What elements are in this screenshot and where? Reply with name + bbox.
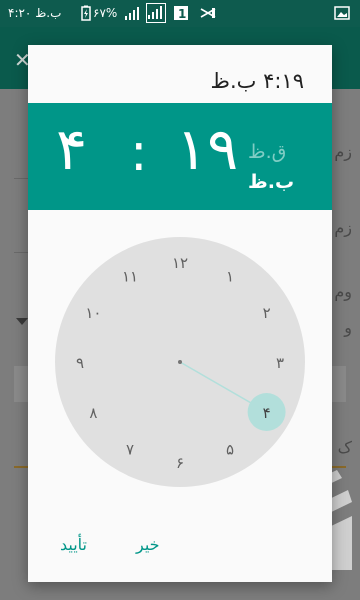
dialog-title: ۴:۱۹ ب.ظ <box>210 69 304 93</box>
cancel-button[interactable]: خیر <box>136 535 160 555</box>
clock-number[interactable]: ۷ <box>126 441 134 459</box>
image-notification-icon <box>334 5 350 21</box>
background-label: وم <box>334 282 352 301</box>
hour-display[interactable]: ۴ <box>56 115 87 183</box>
clock-number[interactable]: ۶ <box>176 454 184 472</box>
signal-icon <box>124 5 140 21</box>
clock-number[interactable]: ۱ <box>226 267 234 285</box>
clock-number[interactable]: ۸ <box>89 404 97 422</box>
divider <box>14 178 28 179</box>
clock-number[interactable]: ۳ <box>276 354 284 372</box>
background-label: زم <box>334 142 352 161</box>
background-label: و <box>344 318 352 337</box>
minute-display[interactable]: ۱۹ <box>176 115 238 183</box>
time-header: ۴ : ۱۹ ق.ظ ب.ظ <box>28 103 332 210</box>
background-label: زم <box>334 218 352 237</box>
confirm-button[interactable]: تأیید <box>60 535 87 555</box>
svg-text:1: 1 <box>178 7 186 21</box>
clock-face[interactable]: ۱۲ ۱ ۲ ۳ ۴ ۵ ۶ ۷ ۸ ۹ ۱۰ ۱۱ <box>55 237 305 487</box>
clock-number[interactable]: ۵ <box>226 441 234 459</box>
clock-number[interactable]: ۱۱ <box>122 267 138 285</box>
clock-number[interactable]: ۲ <box>263 304 271 322</box>
status-time: ۴:۲۰ ب.ظ <box>8 6 62 20</box>
battery-charging-icon <box>78 5 94 21</box>
clock-number[interactable]: ۱۲ <box>172 254 188 272</box>
pm-toggle[interactable]: ب.ظ <box>248 171 294 193</box>
time-picker-dialog: ۴:۱۹ ب.ظ ۴ : ۱۹ ق.ظ ب.ظ ۱۲ ۱ ۲ ۳ ۴ ۵ ۶ ۷ ۸ ۹ ۱۰ ۱۱ … <box>28 45 332 582</box>
sim-1-icon: 1 <box>173 5 189 21</box>
status-bar: ۴:۲۰ ب.ظ ۶۷% 1 <box>0 0 360 27</box>
clock-number[interactable]: ۹ <box>76 354 84 372</box>
clock-number[interactable]: ۴ <box>263 404 271 422</box>
clock-number[interactable]: ۱۰ <box>85 304 101 322</box>
background-label: ک <box>337 438 352 457</box>
dropdown-arrow-icon <box>16 318 28 325</box>
am-toggle[interactable]: ق.ظ <box>248 141 286 163</box>
signal-icon <box>146 3 166 23</box>
no-signal-icon <box>200 5 216 21</box>
divider <box>14 252 28 253</box>
time-separator: : <box>130 123 148 183</box>
clock-center <box>178 360 182 364</box>
battery-percent: ۶۷% <box>93 6 118 20</box>
